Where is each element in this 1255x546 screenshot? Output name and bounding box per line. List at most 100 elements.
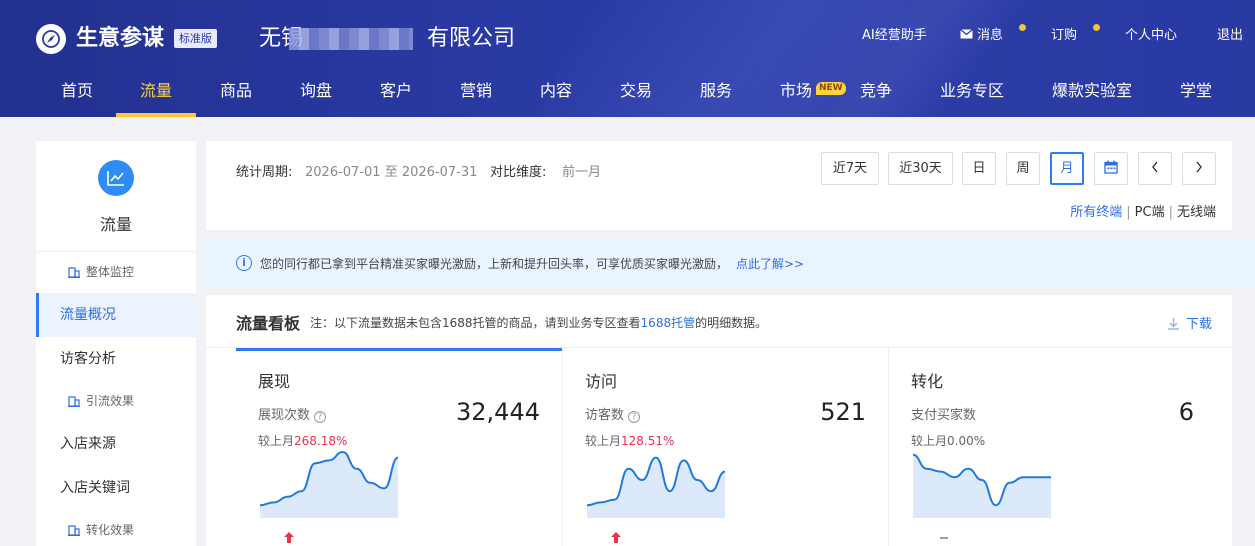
trend-flat-icon [940, 537, 948, 539]
range-week-button[interactable]: 周 [1006, 152, 1040, 185]
range-month-button[interactable]: 月 [1050, 152, 1084, 185]
subscribe-link[interactable]: 订购 [1051, 26, 1077, 46]
compare-value[interactable]: 前一月 [562, 161, 601, 180]
sidebar-group-label: 整体监控 [86, 265, 135, 279]
kpi-metric: 展现次数? [258, 404, 327, 423]
terminal-separator: | [1168, 205, 1173, 220]
nav-competition[interactable]: 竞争 [859, 70, 893, 117]
nav-service[interactable]: 服务 [699, 70, 733, 117]
traffic-dashboard: 流量看板 注：以下流量数据未包含1688托管的商品，请到业务专区查看1688托管… [206, 295, 1232, 546]
range-7days-button[interactable]: 近7天 [821, 152, 879, 185]
filter-bar: 统计周期: 2026-07-01 至 2026-07-31 对比维度: 前一月 … [206, 141, 1232, 230]
sidebar-group-label: 引流效果 [86, 394, 135, 408]
sparkline-area [587, 457, 725, 518]
logout-link[interactable]: 退出 [1217, 26, 1243, 46]
message-unread-dot [1019, 24, 1026, 31]
notice-text: 您的同行都已拿到平台精准买家曝光激励，上新和提升回头率，可享优质买家曝光激励， [260, 257, 729, 271]
ai-assistant-link[interactable]: AI经营助手 [862, 26, 927, 46]
sidebar-item-overview[interactable]: 流量概况 [36, 293, 196, 337]
period-label: 统计周期: [236, 165, 293, 180]
top-links: AI经营助手 消息 订购 个人中心 退出 [0, 24, 1255, 46]
terminal-all[interactable]: 所有终端 [1070, 205, 1122, 220]
sidebar-title: 流量 [99, 215, 132, 234]
kpi-value: 6 [1178, 398, 1194, 426]
sidebar-item-source[interactable]: 入店来源 [36, 422, 196, 466]
kpi-active-indicator [236, 348, 562, 351]
sidebar-item-keywords[interactable]: 入店关键词 [36, 466, 196, 510]
message-label: 消息 [977, 28, 1004, 43]
help-icon[interactable]: ? [314, 411, 327, 423]
nav-hot-lab[interactable]: 爆款实验室 [1051, 70, 1133, 117]
kpi-name: 转化 [911, 372, 944, 391]
building-icon [68, 396, 80, 407]
nav-customer[interactable]: 客户 [379, 70, 413, 117]
kpi-card-visit[interactable]: 访问 访客数? 521 较上月128.51% [563, 348, 889, 546]
trend-up-icon [611, 532, 621, 543]
kpi-sparkline [586, 456, 726, 518]
chevron-left-icon [1152, 161, 1158, 173]
sparkline-area [913, 454, 1051, 518]
kpi-value: 32,444 [456, 398, 540, 426]
download-label: 下载 [1185, 317, 1212, 332]
nav-home[interactable]: 首页 [60, 70, 94, 117]
nav-product[interactable]: 商品 [219, 70, 253, 117]
download-button[interactable]: 下载 [1167, 313, 1212, 332]
help-icon[interactable]: ? [628, 411, 641, 423]
mail-icon [960, 29, 973, 39]
chevron-right-icon [1196, 161, 1202, 173]
sidebar: 流量 整体监控 流量概况 访客分析 引流效果 入店来源 入店关键词 转化效果 [36, 141, 196, 546]
sidebar-item-visitor[interactable]: 访客分析 [36, 337, 196, 381]
dashboard-note-suffix: 的明细数据。 [695, 316, 768, 330]
nav-traffic[interactable]: 流量 [116, 70, 196, 117]
nav-academy[interactable]: 学堂 [1179, 70, 1213, 117]
notice-banner: i 您的同行都已拿到平台精准买家曝光激励，上新和提升回头率，可享优质买家曝光激励… [206, 240, 1255, 287]
trend-up-icon [284, 532, 294, 543]
main-nav: 首页 流量 商品 询盘 客户 营销 内容 交易 服务 市场 竞争 业务专区 爆款… [0, 70, 1255, 117]
terminal-wireless[interactable]: 无线端 [1177, 205, 1216, 220]
kpi-metric: 访客数? [585, 404, 641, 423]
info-icon: i [236, 255, 252, 271]
download-icon [1167, 318, 1179, 330]
sidebar-group-label: 转化效果 [86, 523, 135, 537]
dashboard-note: 注：以下流量数据未包含1688托管的商品，请到业务专区查看1688托管的明细数据… [310, 314, 767, 331]
terminal-switch: 所有终端 | PC端 | 无线端 [1070, 201, 1216, 220]
message-link[interactable]: 消息 [960, 26, 1003, 46]
kpi-name: 展现 [258, 372, 291, 391]
nav-marketing[interactable]: 营销 [459, 70, 493, 117]
nav-trade[interactable]: 交易 [619, 70, 653, 117]
new-badge: NEW [816, 82, 846, 95]
next-period-button[interactable] [1182, 152, 1216, 185]
sidebar-group-conversion-effect: 转化效果 [36, 510, 196, 546]
kpi-compare-label: 较上月 [911, 434, 948, 448]
kpi-compare-label: 较上月 [258, 434, 295, 448]
kpi-sparkline [912, 453, 1051, 518]
kpi-compare: 较上月268.18% [258, 432, 347, 543]
hosted-link[interactable]: 1688托管 [641, 316, 696, 330]
kpi-metric: 支付买家数 [911, 408, 977, 423]
nav-inquiry[interactable]: 询盘 [299, 70, 333, 117]
range-30days-button[interactable]: 近30天 [888, 152, 953, 185]
range-day-button[interactable]: 日 [962, 152, 996, 185]
kpi-card-conversion[interactable]: 转化 支付买家数 6 较上月0.00% [889, 348, 1216, 546]
kpi-compare: 较上月0.00% [911, 432, 985, 539]
building-icon [68, 267, 80, 278]
kpi-name: 访问 [585, 372, 618, 391]
kpi-card-exposure[interactable]: 展现 展现次数? 32,444 较上月268.18% [236, 348, 563, 546]
terminal-pc[interactable]: PC端 [1135, 205, 1165, 220]
calendar-button[interactable] [1094, 152, 1128, 185]
sidebar-group-traffic-effect: 引流效果 [36, 381, 196, 421]
kpi-metric-label: 访客数 [585, 408, 625, 423]
prev-period-button[interactable] [1138, 152, 1172, 185]
nav-content[interactable]: 内容 [539, 70, 573, 117]
period-value[interactable]: 2026-07-01 至 2026-07-31 [305, 161, 477, 180]
profile-link[interactable]: 个人中心 [1125, 26, 1177, 46]
traffic-chart-icon [98, 160, 134, 196]
notice-learn-more-link[interactable]: 点此了解>> [736, 255, 804, 272]
sidebar-group-monitor: 整体监控 [36, 252, 196, 292]
top-header: 生意参谋 标准版 无锡 有限公司 AI经营助手 消息 订购 个人中心 退出 首页 … [0, 0, 1255, 117]
compare-label: 对比维度: [490, 165, 547, 180]
nav-market[interactable]: 市场 [779, 70, 813, 117]
dashboard-note-prefix: 注：以下流量数据未包含1688托管的商品，请到业务专区查看 [310, 316, 641, 330]
building-icon [68, 525, 80, 536]
nav-business-zone[interactable]: 业务专区 [939, 70, 1005, 117]
